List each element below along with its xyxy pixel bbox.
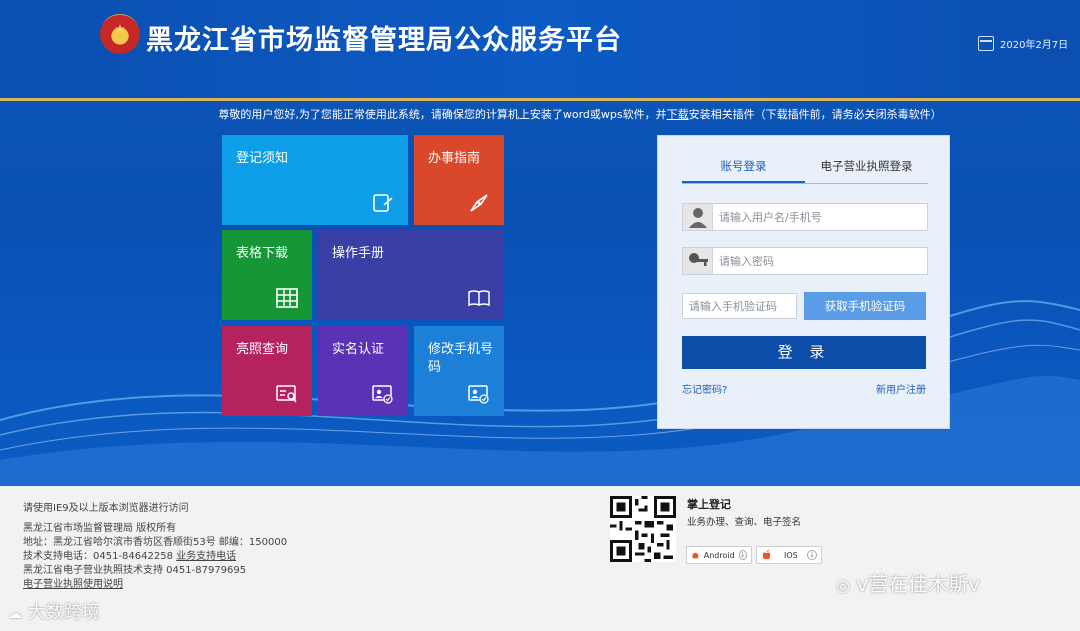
forgot-password-link[interactable]: 忘记密码? <box>682 381 727 396</box>
id-card-check-icon <box>372 385 393 404</box>
notice-text-after: 安装相关插件（下载插件前，请务必关闭杀毒软件） <box>688 108 942 121</box>
tile-label: 操作手册 <box>332 246 385 261</box>
download-arrow-icon: ↓ <box>738 550 747 560</box>
copyright-text: 黑龙江省市场监督管理局 版权所有 <box>23 523 177 534</box>
cloud-logo-icon: ☁ <box>8 606 22 622</box>
license-manual-link[interactable]: 电子营业执照使用说明 <box>23 579 123 590</box>
watermark-right-text: v营在佳木斯v <box>856 572 980 596</box>
ios-download-button[interactable]: IOS ↓ <box>756 546 822 564</box>
download-plugin-link[interactable]: 下载 <box>667 108 689 121</box>
tile-user-manual[interactable]: 操作手册 <box>318 230 504 320</box>
support-phones: 技术支持电话：0451-84642258 业务支持电话 <box>23 547 236 562</box>
tile-form-download[interactable]: 表格下载 <box>222 230 312 320</box>
register-link[interactable]: 新用户注册 <box>876 381 926 396</box>
tile-realname-auth[interactable]: 实名认证 <box>318 326 408 416</box>
username-field <box>682 203 928 231</box>
tile-change-phone[interactable]: 修改手机号码 <box>414 326 504 416</box>
get-sms-code-button[interactable]: 获取手机验证码 <box>804 292 926 320</box>
sms-code-field <box>682 293 797 319</box>
tile-label: 实名认证 <box>332 342 385 357</box>
watermark-right: ◎ v营在佳木斯v <box>836 568 980 597</box>
watermark-left: ☁ 大数跨境 <box>8 598 100 624</box>
ios-label: IOS <box>784 550 798 560</box>
password-input[interactable] <box>719 251 919 271</box>
watermark-left-text: 大数跨境 <box>27 602 100 623</box>
download-arrow-icon: ↓ <box>807 550 817 560</box>
compass-icon <box>470 194 488 212</box>
key-icon <box>683 248 713 274</box>
tile-service-guide[interactable]: 办事指南 <box>414 135 504 225</box>
current-date: 2020年2月7日 <box>1000 40 1069 51</box>
license-support-text: 黑龙江省电子营业执照技术支持 0451-87979695 <box>23 565 247 576</box>
tab-license-login[interactable]: 电子营业执照登录 <box>805 156 928 183</box>
qr-code-icon <box>610 496 676 562</box>
license-search-icon <box>276 385 297 403</box>
calendar-icon <box>978 36 994 51</box>
address-text: 地址：黑龙江省哈尔滨市香坊区香顺街53号 邮编：150000 <box>23 537 288 548</box>
sms-code-input[interactable] <box>689 297 793 315</box>
login-tabs: 账号登录 电子营业执照登录 <box>682 156 928 184</box>
login-button[interactable]: 登 录 <box>682 336 926 369</box>
mobile-app-title: 掌上登记 <box>687 498 731 511</box>
username-input[interactable] <box>719 207 919 227</box>
plugin-notice: 尊敬的用户您好,为了您能正常使用此系统，请确保您的计算机上安装了word或wps… <box>0 106 1080 122</box>
apple-icon <box>762 549 771 560</box>
tile-label: 表格下载 <box>236 246 289 261</box>
header-divider <box>0 98 1080 101</box>
tile-label: 办事指南 <box>428 151 481 166</box>
notebook-icon <box>373 194 393 212</box>
mobile-app-subtitle: 业务办理、查询、电子签名 <box>687 517 802 528</box>
license-manual-link-wrap: 电子营业执照使用说明 <box>23 575 123 590</box>
national-emblem-icon <box>100 14 140 54</box>
tile-label: 登记须知 <box>236 151 289 166</box>
id-card-check-icon <box>468 385 489 404</box>
password-field <box>682 247 928 275</box>
tile-label: 修改手机号码 <box>428 342 494 375</box>
open-book-icon <box>468 290 490 307</box>
user-icon <box>683 204 713 230</box>
android-icon <box>692 552 699 558</box>
android-download-button[interactable]: Android ↓ <box>686 546 752 564</box>
browser-tip: 请使用IE9及以上版本浏览器进行访问 <box>23 503 189 514</box>
tab-account-login[interactable]: 账号登录 <box>682 156 805 183</box>
notice-text-before: 尊敬的用户您好,为了您能正常使用此系统，请确保您的计算机上安装了word或wps… <box>218 108 667 121</box>
tile-registration-notice[interactable]: 登记须知 <box>222 135 408 225</box>
table-grid-icon <box>276 288 298 308</box>
android-label: Android <box>703 550 735 560</box>
tile-license-query[interactable]: 亮照查询 <box>222 326 312 416</box>
tile-label: 亮照查询 <box>236 342 289 357</box>
top-header: 黑龙江省市场监督管理局公众服务平台 2020年2月7日 <box>0 0 1080 100</box>
login-panel: 账号登录 电子营业执照登录 获取手机验证码 登 录 忘记密码? 新用户注册 <box>657 135 950 429</box>
date-display: 2020年2月7日 <box>978 36 1068 51</box>
site-title: 黑龙江省市场监督管理局公众服务平台 <box>146 25 622 56</box>
wechat-icon: ◎ <box>836 576 850 595</box>
